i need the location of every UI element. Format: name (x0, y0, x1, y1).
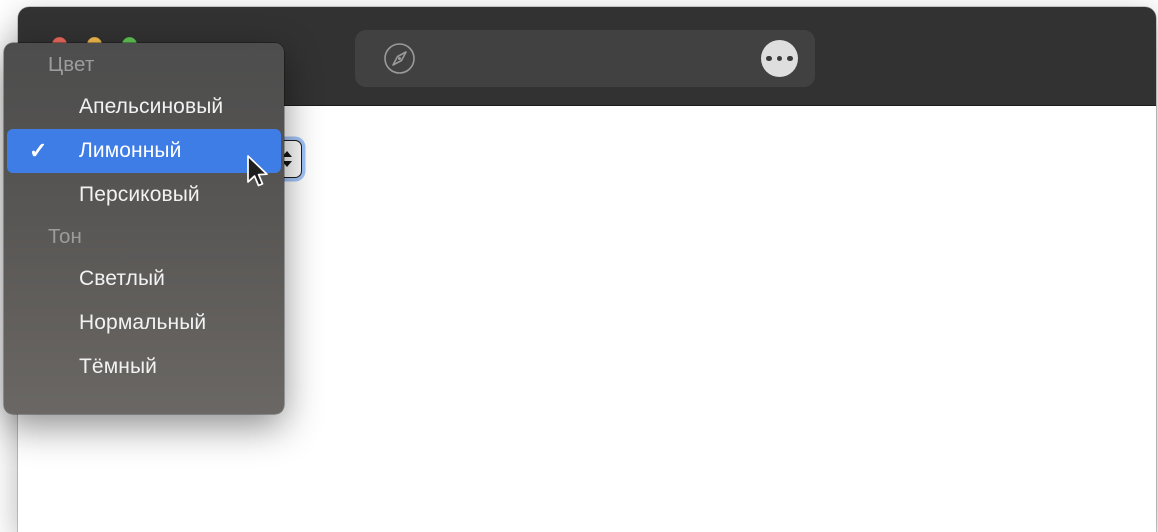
ellipsis-dot (776, 55, 783, 62)
menu-item-light[interactable]: Светлый (4, 257, 284, 301)
menu-item-orange[interactable]: Апельсиновый (4, 85, 284, 129)
address-bar[interactable] (355, 30, 815, 87)
menu-item-label: Персиковый (79, 183, 200, 206)
more-ellipsis-icon[interactable] (761, 40, 798, 77)
menu-item-lemon[interactable]: ✓ Лимонный (7, 129, 281, 173)
checkmark-icon: ✓ (29, 138, 48, 163)
compass-icon (383, 42, 416, 75)
color-dropdown-menu[interactable]: Цвет Апельсиновый ✓ Лимонный Персиковый … (4, 43, 284, 414)
menu-item-dark[interactable]: Тёмный (4, 345, 284, 389)
menu-item-label: Светлый (79, 267, 166, 290)
menu-item-label: Тёмный (79, 355, 157, 378)
menu-section-title-color: Цвет (48, 53, 95, 76)
menu-item-peach[interactable]: Персиковый (4, 173, 284, 217)
ellipsis-dot (787, 55, 793, 62)
screen: Цвет Апельсиновый ✓ Лимонный Персиковый … (0, 0, 1158, 532)
ellipsis-dot (766, 55, 772, 62)
menu-item-label: Апельсиновый (79, 95, 224, 118)
menu-section-title-tone: Тон (48, 225, 82, 248)
menu-item-label: Нормальный (79, 311, 207, 334)
menu-item-label: Лимонный (79, 139, 182, 162)
menu-item-normal[interactable]: Нормальный (4, 301, 284, 345)
